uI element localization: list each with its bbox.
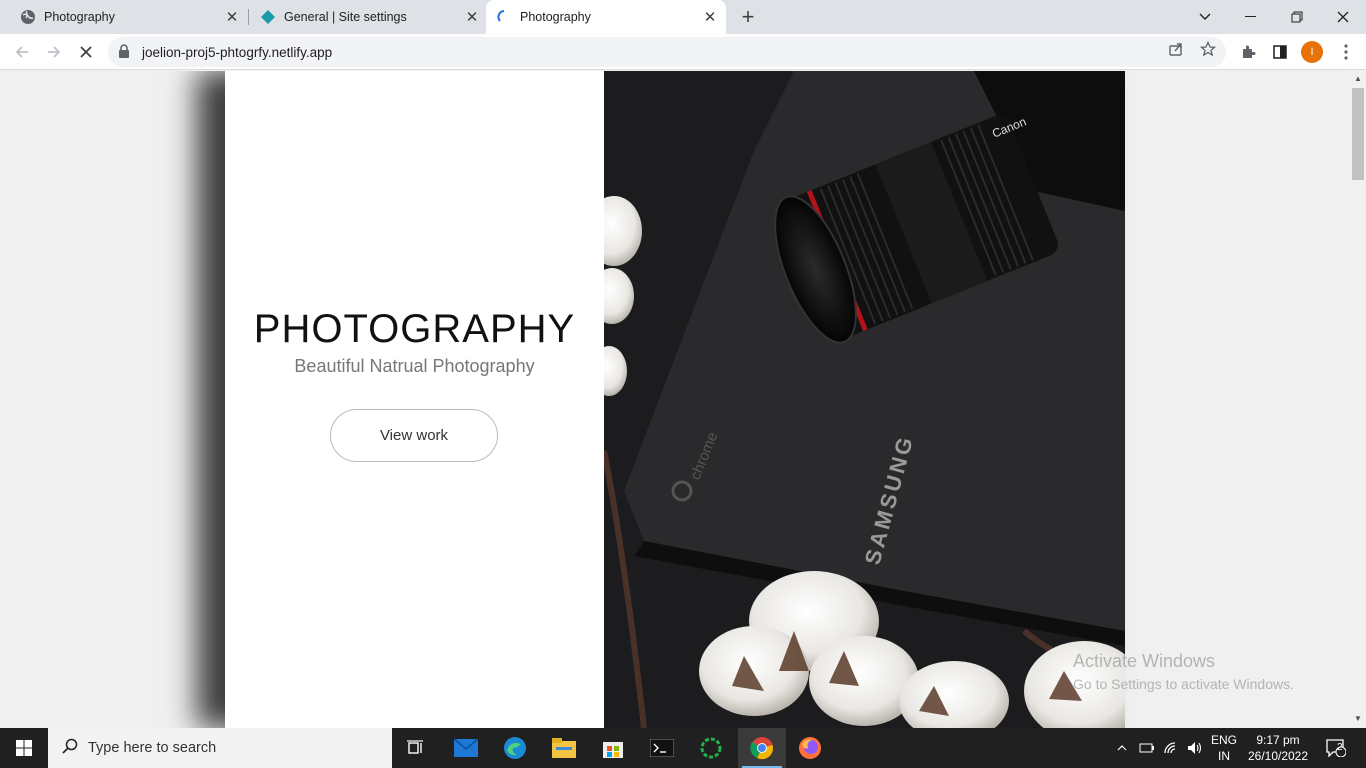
tab-strip: Photography ✕ General | Site settings ✕ … [0,0,1366,34]
wifi-icon[interactable] [1160,728,1182,768]
region-code: IN [1218,749,1230,763]
mail-icon[interactable] [442,728,490,768]
scroll-up-arrow-icon[interactable]: ▲ [1354,74,1362,83]
hero-text-panel: PHOTOGRAPHY Beautiful Natrual Photograph… [225,71,604,728]
show-hidden-icons-chevron-icon[interactable] [1112,728,1132,768]
tab-photography-active[interactable]: Photography ✕ [486,0,726,34]
tab-search-chevron-icon[interactable] [1182,0,1228,34]
battery-icon[interactable] [1136,728,1158,768]
taskbar-search-box[interactable]: Type here to search [48,728,392,768]
activate-windows-title: Activate Windows [1073,651,1216,671]
browser-toolbar: joelion-proj5-phtogrfy.netlify.app I [0,34,1366,70]
system-clock[interactable]: 9:17 pm 26/10/2022 [1242,732,1314,764]
url-text[interactable]: joelion-proj5-phtogrfy.netlify.app [142,45,332,60]
terminal-icon[interactable] [638,728,686,768]
extensions-puzzle-icon[interactable] [1234,38,1262,66]
notification-count: 2 [1337,742,1343,753]
edge-icon[interactable] [491,728,539,768]
share-icon[interactable] [1166,39,1186,59]
close-tab-icon[interactable]: ✕ [462,7,482,27]
back-arrow-icon[interactable] [8,38,36,66]
volume-icon[interactable] [1184,728,1206,768]
action-center-icon[interactable]: 2 [1322,728,1350,768]
netlify-diamond-icon [260,9,276,25]
loading-spinner-icon [496,9,512,25]
tab-title: General | Site settings [284,10,407,24]
windows-taskbar: Type here to search ENG IN 9:17 pm 26/10… [0,728,1366,768]
scroll-down-arrow-icon[interactable]: ▼ [1354,714,1362,723]
close-window-button[interactable] [1320,0,1366,34]
tab-title: Photography [520,10,591,24]
activate-windows-watermark: Activate Windows Go to Settings to activ… [1073,651,1294,692]
green-ring-app-icon[interactable] [687,728,735,768]
chrome-icon[interactable] [738,728,786,768]
microsoft-store-icon[interactable] [589,728,637,768]
tab-photography-1[interactable]: Photography ✕ [0,0,248,34]
forward-arrow-icon[interactable] [40,38,68,66]
close-tab-icon[interactable]: ✕ [700,7,720,27]
restore-button[interactable] [1274,0,1320,34]
site-hero: PHOTOGRAPHY Beautiful Natrual Photograph… [225,71,1125,728]
stop-loading-icon[interactable] [72,38,100,66]
kebab-menu-icon[interactable] [1332,38,1360,66]
windows-start-icon[interactable] [0,728,48,768]
globe-icon [20,9,36,25]
task-view-icon[interactable] [392,728,440,768]
camera-laptop-photo: Canon SAMSUNG chrome [604,71,1125,728]
hero-photo: Canon SAMSUNG chrome [604,71,1125,728]
input-language-indicator[interactable]: ENG IN [1210,732,1238,764]
clock-time: 9:17 pm [1256,733,1300,747]
page-viewport: PHOTOGRAPHY Beautiful Natrual Photograph… [0,71,1350,728]
address-bar[interactable]: joelion-proj5-phtogrfy.netlify.app [108,37,1226,67]
search-icon [62,738,78,758]
side-panel-icon[interactable] [1266,38,1294,66]
tab-site-settings[interactable]: General | Site settings ✕ [240,0,488,34]
hero-title: PHOTOGRAPHY [253,307,576,351]
activate-windows-hint: Go to Settings to activate Windows. [1073,676,1294,692]
lock-icon[interactable] [118,44,130,64]
firefox-icon[interactable] [786,728,834,768]
file-explorer-icon[interactable] [540,728,588,768]
bookmark-star-icon[interactable] [1198,39,1218,59]
view-work-button[interactable]: View work [330,409,498,462]
close-tab-icon[interactable]: ✕ [222,7,242,27]
profile-avatar[interactable]: I [1301,41,1323,63]
new-tab-button[interactable]: + [736,4,760,29]
clock-date: 26/10/2022 [1247,749,1309,763]
language-code: ENG [1210,733,1237,747]
minimize-button[interactable] [1228,0,1274,34]
search-placeholder: Type here to search [88,740,217,756]
hero-subtitle: Beautiful Natrual Photography [294,356,535,376]
scrollbar-thumb[interactable] [1352,88,1364,180]
tab-title: Photography [44,10,115,24]
page-scrollbar[interactable]: ▲ ▼ [1350,71,1366,728]
